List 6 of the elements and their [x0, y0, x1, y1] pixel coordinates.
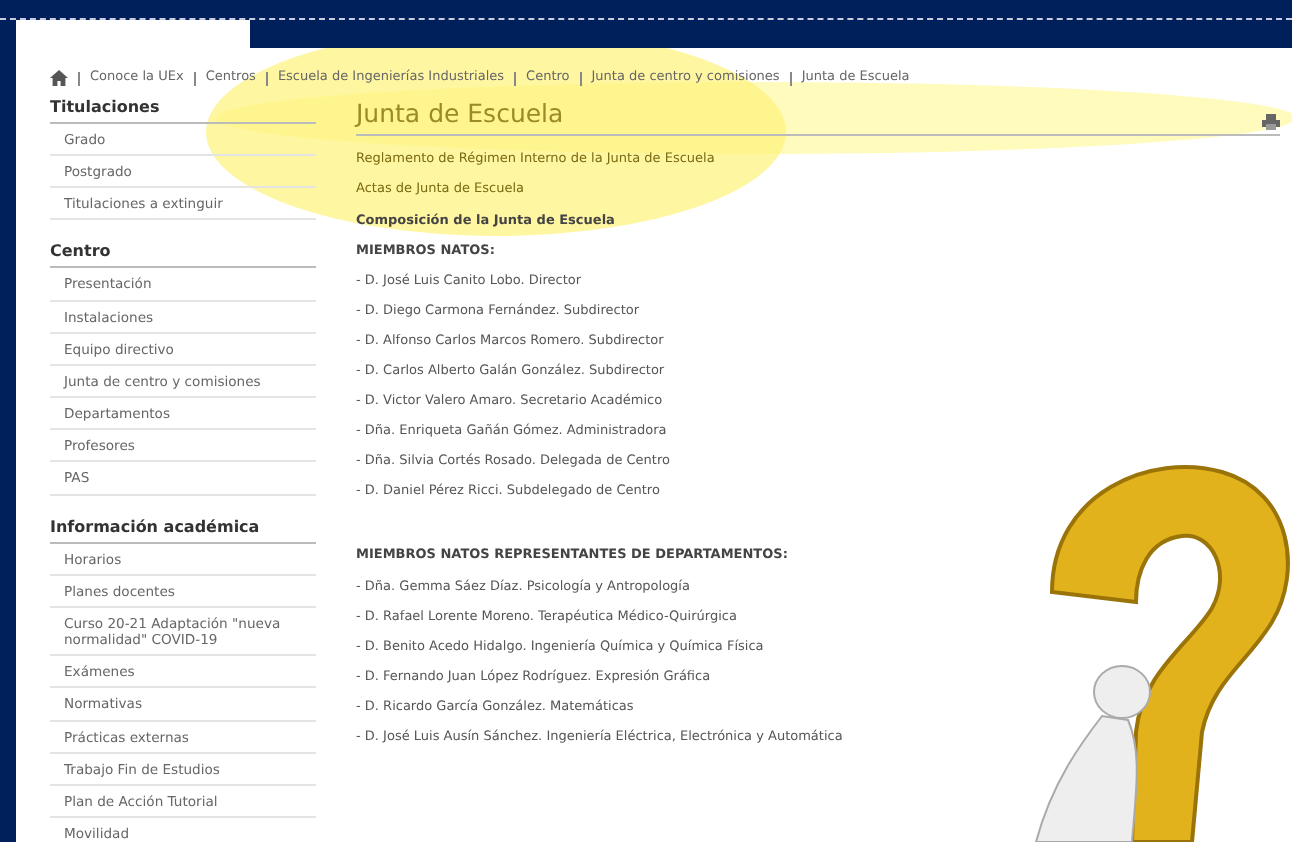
sidebar-heading: Titulaciones [50, 96, 316, 124]
page-title: Junta de Escuela [356, 96, 564, 132]
home-icon[interactable] [50, 70, 68, 86]
print-icon[interactable] [1262, 113, 1280, 130]
sidebar-heading: Centro [50, 240, 316, 269]
sidebar-heading: Información académica [50, 515, 316, 544]
